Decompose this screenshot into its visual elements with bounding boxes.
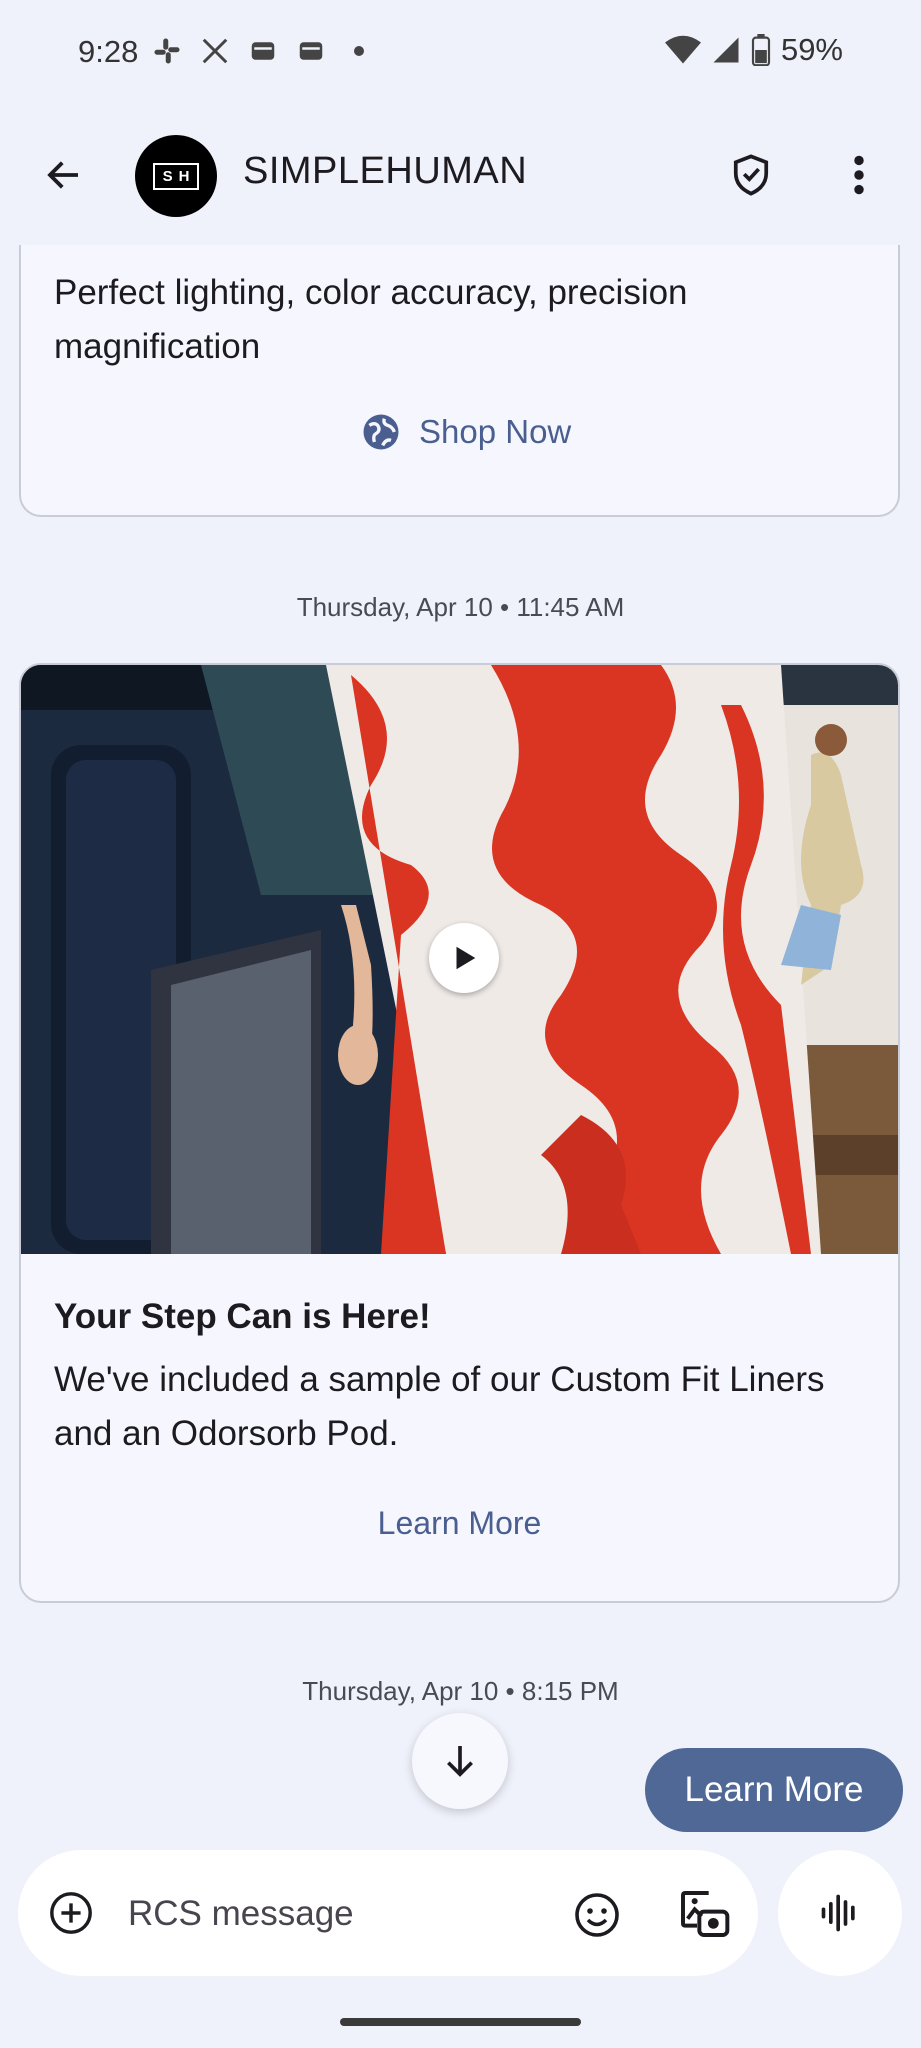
emoji-button[interactable] — [570, 1888, 624, 1942]
shield-check-icon — [733, 154, 769, 196]
contact-name[interactable]: SIMPLEHUMAN — [243, 150, 527, 193]
compose-bar — [18, 1850, 758, 1976]
image-camera-icon — [681, 1891, 730, 1937]
more-options-button[interactable] — [834, 150, 884, 200]
play-icon — [456, 946, 476, 970]
avatar-logo: SH — [152, 162, 200, 190]
add-circle-icon — [50, 1892, 92, 1934]
add-attachment-button[interactable] — [46, 1888, 96, 1938]
card-description: We've included a sample of our Custom Fi… — [54, 1360, 825, 1453]
scroll-to-bottom-button[interactable] — [412, 1713, 508, 1809]
status-time: 9:28 — [78, 34, 139, 69]
inbox-icon — [299, 42, 323, 60]
arrow-down-icon — [447, 1746, 473, 1777]
play-button[interactable] — [429, 923, 499, 993]
video-thumbnail[interactable] — [21, 665, 898, 1254]
message-input[interactable] — [126, 1884, 550, 1944]
learn-more-button[interactable]: Learn More — [21, 1505, 898, 1542]
audio-waveform-icon — [821, 1894, 855, 1932]
notification-icons — [152, 36, 374, 66]
home-indicator[interactable] — [340, 2018, 581, 2026]
avatar[interactable]: SH — [135, 135, 217, 217]
inbox-icon — [251, 42, 275, 60]
battery-percent: 59% — [780, 32, 843, 67]
gallery-button[interactable] — [674, 1884, 734, 1944]
slack-icon — [154, 38, 180, 64]
message-timestamp: Thursday, Apr 10 • 8:15 PM — [302, 1676, 619, 1706]
shop-now-label: Shop Now — [419, 413, 572, 450]
battery-icon — [751, 34, 771, 66]
system-icons: 59% — [664, 32, 843, 68]
message-timestamp: Thursday, Apr 10 • 11:45 AM — [296, 592, 625, 622]
dot-icon — [354, 46, 364, 56]
shop-now-button[interactable]: Shop Now — [361, 412, 571, 452]
wifi-icon — [664, 35, 701, 64]
x-icon — [202, 38, 228, 64]
conversation-header: SH SIMPLEHUMAN — [0, 105, 921, 245]
emoji-icon — [575, 1893, 619, 1937]
card-title: Your Step Can is Here! — [54, 1297, 431, 1336]
more-vert-icon — [854, 155, 864, 195]
card-description: Perfect lighting, color accuracy, precis… — [54, 273, 688, 366]
suggested-reply-chip[interactable]: Learn More — [645, 1748, 903, 1832]
globe-icon — [363, 414, 399, 450]
rich-card-video: Your Step Can is Here! We've included a … — [19, 663, 900, 1603]
voice-message-button[interactable] — [778, 1850, 902, 1976]
status-bar: 9:28 59% — [0, 0, 921, 105]
back-button[interactable] — [36, 147, 92, 203]
verified-business-button[interactable] — [726, 150, 776, 200]
arrow-left-icon — [47, 161, 78, 189]
signal-icon — [713, 37, 739, 63]
